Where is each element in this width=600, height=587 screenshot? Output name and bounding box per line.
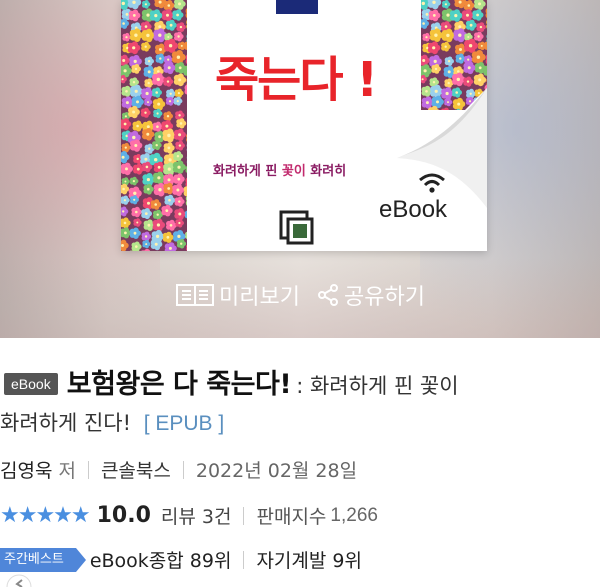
cover-subtitle: 화려하게 핀 꽃이 화려히 xyxy=(213,160,346,179)
divider xyxy=(182,460,184,479)
cover-ebook-label: eBook xyxy=(379,196,448,223)
meta-row: 김영욱 저 큰솔북스 2022년 02월 28일 xyxy=(0,456,357,483)
type-badge: eBook xyxy=(4,373,58,395)
rating-row: ★★★★★ 10.0 리뷰 3건 판매지수 1,266 xyxy=(0,502,378,529)
book-cover[interactable]: 죽는다 ! 화려하게 핀 꽃이 화려히 eBook xyxy=(121,0,487,251)
publisher-link[interactable]: 큰솔북스 xyxy=(101,456,171,483)
chevron-left-icon[interactable] xyxy=(6,572,32,587)
review-count-link[interactable]: 리뷰 3건 xyxy=(161,502,232,529)
share-button[interactable]: 공유하기 xyxy=(316,279,425,311)
divider xyxy=(243,506,245,525)
star-rating: ★★★★★ xyxy=(0,503,91,528)
author-role: 저 xyxy=(58,460,76,482)
rank-row: 주간베스트 eBook종합 89위 자기계발 9위 xyxy=(0,546,362,573)
title-row: eBook 보험왕은 다 죽는다! : 화려하게 핀 꽃이 xyxy=(0,362,600,401)
cover-subtitle-part1: 화려하게 핀 xyxy=(213,164,282,179)
share-label: 공유하기 xyxy=(344,285,425,310)
book-title: 보험왕은 다 죽는다! xyxy=(66,369,292,400)
sales-index-label: 판매지수 xyxy=(256,506,327,528)
preview-label: 미리보기 xyxy=(219,285,300,310)
format-label: [ EPUB ] xyxy=(143,412,225,435)
cover-hero: 죽는다 ! 화려하게 핀 꽃이 화려히 eBook 미리보기 공유하기 xyxy=(0,0,600,338)
title-row-2: 화려하게 진다! [ EPUB ] xyxy=(0,407,600,437)
divider xyxy=(87,460,89,479)
author-link[interactable]: 김영욱 xyxy=(0,456,52,483)
book-preview-icon xyxy=(176,284,215,306)
flower-pattern-left xyxy=(121,0,187,251)
cover-actions: 미리보기 공유하기 xyxy=(0,279,600,311)
cover-subtitle-part3: 화려히 xyxy=(305,164,347,179)
share-icon xyxy=(318,284,338,306)
cover-title-top-fragment xyxy=(276,0,318,14)
weekly-best-badge: 주간베스트 xyxy=(0,547,86,572)
book-subtitle-line2: 화려하게 진다! xyxy=(0,411,132,435)
preview-button[interactable]: 미리보기 xyxy=(175,279,300,311)
rating-score: 10.0 xyxy=(96,503,151,528)
book-subtitle-line1: : 화려하게 핀 꽃이 xyxy=(296,374,459,398)
wifi-icon xyxy=(419,173,445,193)
sales-index-value: 1,266 xyxy=(330,504,378,526)
rank-ebook-overall[interactable]: eBook종합 89위 xyxy=(90,546,232,573)
cover-subtitle-part2: 꽃이 xyxy=(281,164,306,179)
publisher-logo xyxy=(279,210,314,245)
publish-date: 2022년 02월 28일 xyxy=(195,460,358,482)
rank-self-help[interactable]: 자기계발 9위 xyxy=(256,546,362,573)
divider xyxy=(243,550,245,569)
